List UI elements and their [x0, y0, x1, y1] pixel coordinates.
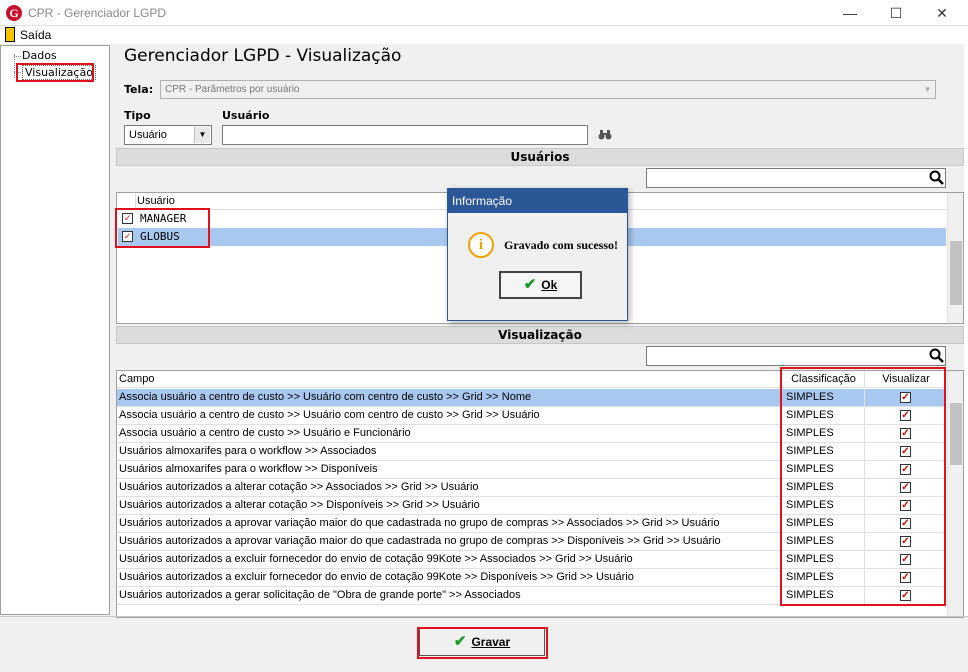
campo-cell: Usuários autorizados a alterar cotação >…	[117, 497, 781, 515]
info-dialog: Informação i Gravado com sucesso! ✔ Ok	[447, 188, 628, 321]
search-icon[interactable]	[928, 169, 946, 187]
scrollbar-thumb[interactable]	[950, 241, 962, 305]
usuario-input[interactable]	[222, 125, 588, 145]
vis-section-header: Visualização	[116, 326, 964, 344]
maximize-button[interactable]: ☐	[874, 0, 918, 26]
chevron-down-icon[interactable]: ▼	[920, 81, 935, 98]
tipo-label: Tipo	[124, 109, 151, 122]
dialog-message: Gravado com sucesso!	[504, 238, 618, 252]
info-icon: i	[468, 232, 494, 258]
campo-cell: Usuários autorizados a aprovar variação …	[117, 515, 781, 533]
highlight-box	[780, 367, 946, 606]
campo-cell: Associa usuário a centro de custo >> Usu…	[117, 389, 781, 407]
users-search-input[interactable]	[646, 168, 946, 188]
search-icon[interactable]	[928, 347, 946, 365]
app-logo-icon: G	[6, 5, 22, 21]
tree-connector	[14, 56, 21, 57]
minimize-button[interactable]: —	[828, 0, 872, 26]
exit-door-icon[interactable]	[5, 27, 15, 42]
footer-divider	[0, 616, 968, 617]
campo-cell: Associa usuário a centro de custo >> Usu…	[117, 407, 781, 425]
window-title: CPR - Gerenciador LGPD	[28, 6, 167, 20]
campo-cell: Usuários almoxarifes para o workflow >> …	[117, 461, 781, 479]
users-section-header: Usuários	[116, 148, 964, 166]
binoculars-icon[interactable]	[598, 130, 612, 140]
column-header-campo[interactable]: Campo	[117, 371, 781, 388]
ok-label: Ok	[541, 278, 558, 292]
close-button[interactable]: ✕	[920, 0, 964, 26]
scrollbar-thumb[interactable]	[950, 403, 962, 465]
vis-search-input[interactable]	[646, 346, 946, 366]
usuario-label: Usuário	[222, 109, 270, 122]
campo-cell: Usuários autorizados a aprovar variação …	[117, 533, 781, 551]
campo-cell: Usuários almoxarifes para o workflow >> …	[117, 443, 781, 461]
column-header-usuario[interactable]: Usuário	[137, 193, 175, 209]
vis-scrollbar[interactable]	[947, 371, 963, 617]
menu-bar	[0, 26, 968, 44]
page-title: Gerenciador LGPD - Visualização	[124, 46, 402, 66]
checkmark-icon: ✔	[523, 276, 537, 293]
highlight-box	[417, 627, 548, 659]
campo-cell: Usuários autorizados a alterar cotação >…	[117, 479, 781, 497]
campo-cell: Usuários autorizados a excluir fornecedo…	[117, 551, 781, 569]
campo-cell: Usuários autorizados a excluir fornecedo…	[117, 569, 781, 587]
tree-item-dados[interactable]: Dados	[22, 49, 57, 62]
tela-select[interactable]: CPR - Parâmetros por usuário	[160, 80, 936, 99]
campo-cell: Associa usuário a centro de custo >> Usu…	[117, 425, 781, 443]
highlight-box	[16, 63, 94, 82]
menu-item-exit[interactable]: Saída	[20, 28, 51, 42]
dialog-title: Informação	[448, 189, 627, 213]
tela-label: Tela:	[124, 83, 154, 96]
navigation-tree	[0, 45, 110, 615]
campo-cell: Usuários autorizados a gerar solicitação…	[117, 587, 781, 605]
tree-connector	[14, 54, 15, 78]
right-edge	[964, 44, 968, 616]
chevron-down-icon[interactable]: ▼	[194, 127, 210, 143]
ok-button[interactable]: ✔ Ok	[499, 271, 582, 299]
highlight-box	[115, 208, 210, 248]
users-scrollbar[interactable]	[947, 193, 963, 323]
